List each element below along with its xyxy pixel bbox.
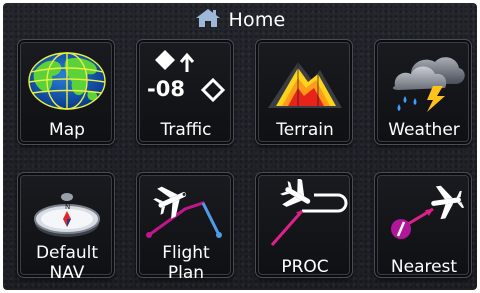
traffic-icon: -08 [143,46,229,114]
map-label: Map [49,120,85,140]
svg-text:N: N [65,203,70,211]
default-nav-button[interactable]: N Default NAV [17,172,115,283]
flight-plan-icon [143,179,229,247]
flight-plan-label-line1: Flight [162,243,210,263]
page-title: Home [228,9,286,31]
page-header: Home [3,7,477,33]
procedure-icon [262,179,348,247]
home-screen: Home Map -08 Traffic Terrain Weather N D… [3,3,477,290]
proc-label: PROC [281,257,329,277]
compass-icon: N [24,179,110,247]
traffic-label: Traffic [160,120,212,140]
terrain-label: Terrain [276,120,334,140]
nearest-airport-icon [381,179,467,247]
traffic-button[interactable]: -08 Traffic [136,39,234,145]
traffic-altitude-text: -08 [147,77,185,101]
map-button[interactable]: Map [17,39,115,145]
weather-button[interactable]: Weather [374,39,472,145]
weather-label: Weather [388,120,460,140]
weather-storm-icon [381,46,467,114]
flight-plan-button[interactable]: Flight Plan [136,172,234,283]
nearest-label: Nearest [390,257,458,277]
home-icon [195,8,221,33]
terrain-icon [262,46,348,114]
flight-plan-label-line2: Plan [167,263,205,283]
nearest-button[interactable]: Nearest [374,172,472,278]
default-nav-label-line2: NAV [49,263,85,283]
terrain-button[interactable]: Terrain [255,39,353,145]
globe-map-icon [24,46,110,114]
default-nav-label-line1: Default [35,243,99,263]
proc-button[interactable]: PROC [255,172,353,278]
